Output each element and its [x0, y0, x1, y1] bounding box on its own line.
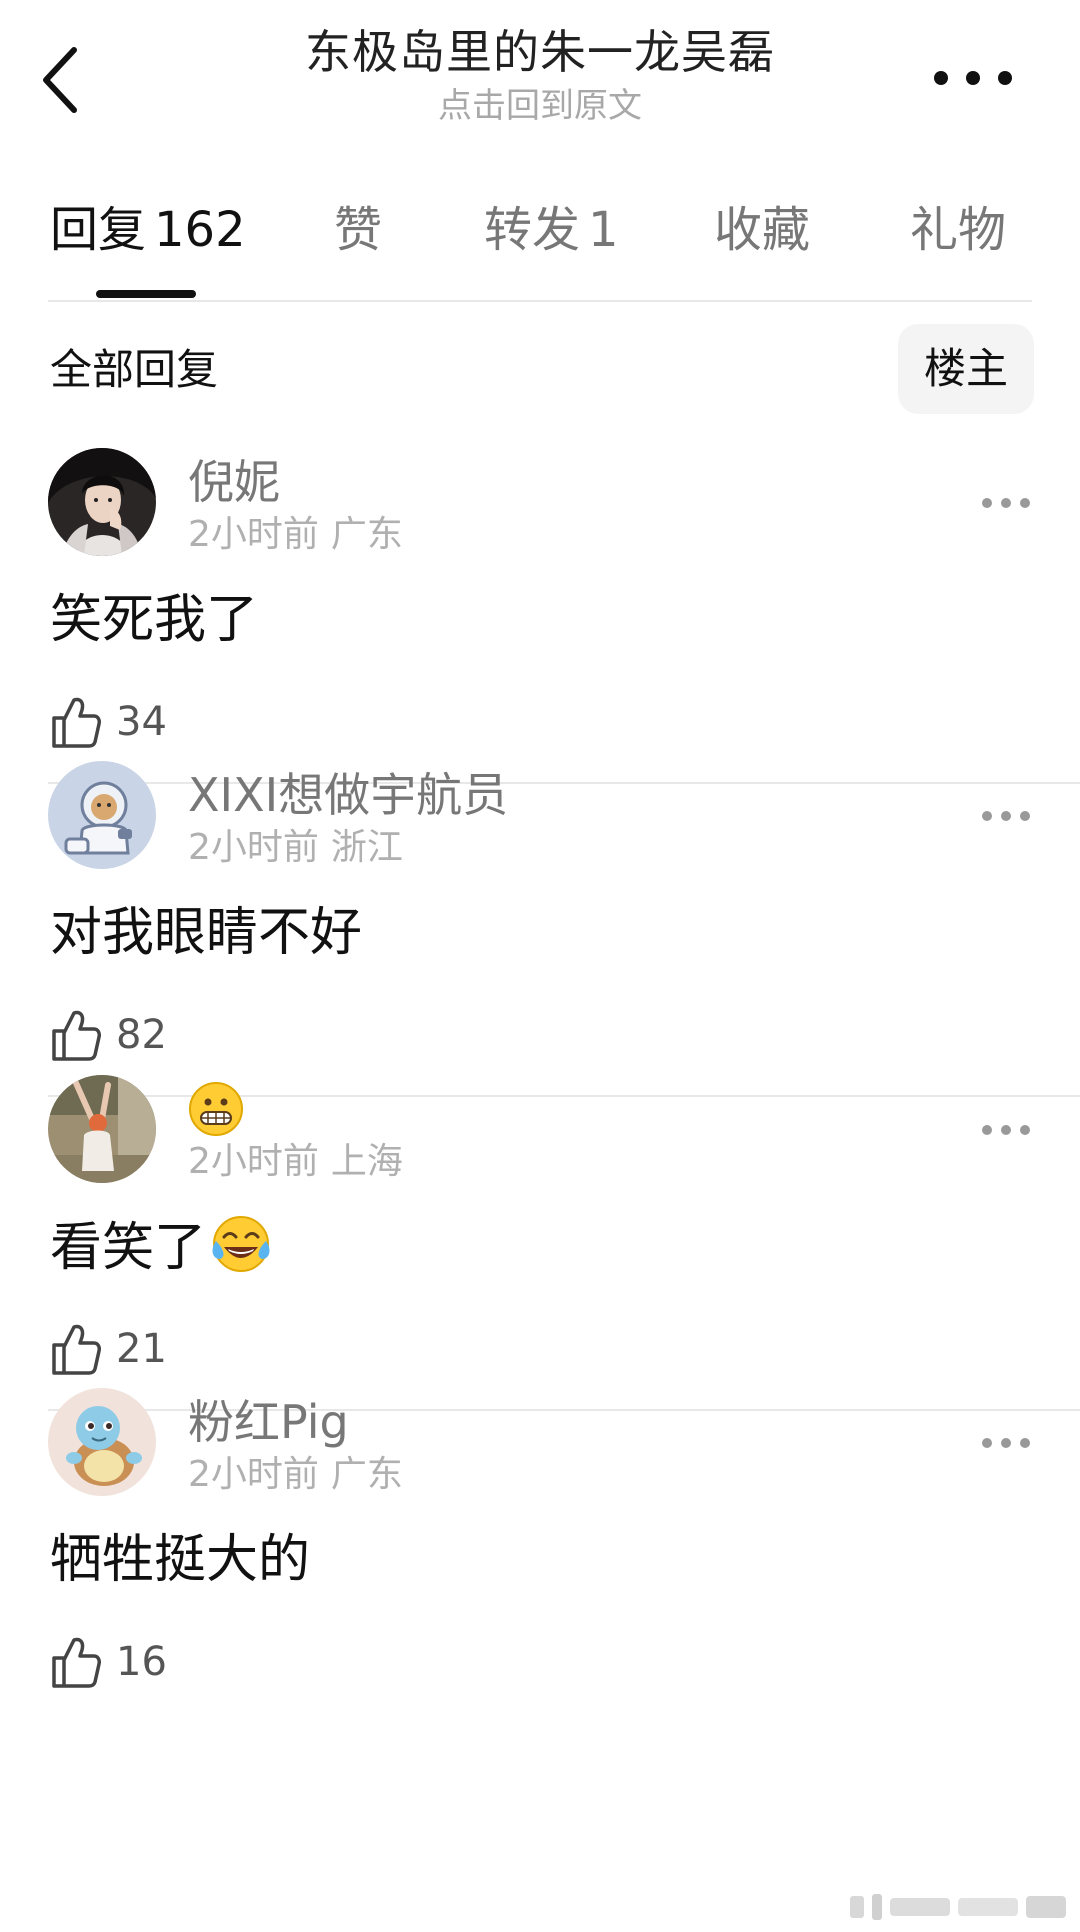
more-options-button[interactable] [928, 58, 1018, 98]
op-only-button[interactable]: 楼主 [898, 324, 1034, 414]
comment-location: 广东 [330, 514, 403, 555]
top-bar: 东极岛里的朱一龙吴磊 点击回到原文 [0, 0, 1080, 150]
avatar[interactable] [48, 761, 156, 869]
tears-of-joy-icon [210, 1213, 272, 1275]
title-block[interactable]: 东极岛里的朱一龙吴磊 点击回到原文 [200, 22, 880, 128]
all-replies-label: 全部回复 [50, 345, 219, 394]
comment-meta: 2小时前 广东 [188, 512, 403, 558]
grimacing-face-icon [189, 1082, 243, 1136]
tab-bar: 回复 162 赞 转发 1 收藏 礼物 [0, 190, 1080, 300]
chevron-left-icon [43, 47, 77, 113]
thumbs-up-icon [50, 1634, 102, 1690]
username[interactable] [188, 1081, 244, 1137]
comment-text: 笑死我了 [50, 590, 259, 650]
avatar[interactable] [48, 1075, 156, 1183]
comment-text: 对我眼睛不好 [50, 903, 363, 963]
tab-gifts[interactable]: 礼物 [910, 190, 1006, 270]
thumbs-up-icon [50, 694, 102, 750]
astronaut-avatar-icon [48, 761, 156, 869]
like-count: 21 [116, 1326, 167, 1372]
more-horizontal-icon [934, 71, 1012, 85]
tab-replies-label: 回复 [50, 202, 147, 258]
more-horizontal-icon [982, 1438, 1030, 1448]
back-button[interactable] [36, 40, 96, 120]
active-tab-indicator [96, 290, 196, 298]
comment-item: 粉红Pig 2小时前 广东 牺牲挺大的 16 [0, 1388, 1080, 1774]
comment-text: 牺牲挺大的 [50, 1530, 311, 1590]
comment-meta: 2小时前 上海 [188, 1139, 403, 1185]
tab-favorites[interactable]: 收藏 [714, 190, 810, 270]
watermark-logo [850, 1890, 1070, 1924]
comment-text-body: 看笑了 [50, 1218, 207, 1278]
tab-gifts-label: 礼物 [910, 202, 1007, 258]
tab-replies-count: 162 [154, 202, 246, 258]
tab-reposts[interactable]: 转发 1 [484, 190, 619, 270]
thumbs-up-icon [50, 1007, 102, 1063]
comment-more-button[interactable] [980, 1428, 1032, 1458]
thumbs-up-icon [50, 1321, 102, 1377]
tab-replies[interactable]: 回复 162 [50, 190, 246, 270]
tab-favorites-label: 收藏 [714, 202, 811, 258]
like-count: 16 [116, 1639, 167, 1685]
more-horizontal-icon [982, 811, 1030, 821]
more-horizontal-icon [982, 1125, 1030, 1135]
comment-location: 广东 [330, 1454, 403, 1495]
avatar[interactable] [48, 1388, 156, 1496]
comment-more-button[interactable] [980, 801, 1032, 831]
comment-text: 看笑了 [50, 1213, 272, 1282]
comment-more-button[interactable] [980, 1115, 1032, 1145]
tab-reposts-label: 转发 [484, 202, 581, 258]
comment-more-button[interactable] [980, 488, 1032, 518]
tab-likes-label: 赞 [334, 202, 383, 258]
more-horizontal-icon [982, 498, 1030, 508]
like-count: 34 [116, 699, 167, 745]
comment-time: 2小时前 [188, 1454, 319, 1495]
comment-location: 浙江 [330, 827, 403, 868]
comment-meta: 2小时前 广东 [188, 1452, 403, 1498]
tab-reposts-count: 1 [588, 202, 619, 258]
tab-likes[interactable]: 赞 [334, 190, 382, 270]
comment-location: 上海 [330, 1141, 403, 1182]
username[interactable]: 粉红Pig [188, 1394, 349, 1450]
comment-time: 2小时前 [188, 1141, 319, 1182]
comment-time: 2小时前 [188, 827, 319, 868]
username[interactable]: XIXI想做宇航员 [188, 767, 508, 823]
username[interactable]: 倪妮 [188, 454, 280, 510]
avatar[interactable] [48, 448, 156, 556]
comment-time: 2小时前 [188, 514, 319, 555]
dancing-woman-avatar-icon [48, 1075, 156, 1183]
comment-meta: 2小时前 浙江 [188, 825, 403, 871]
back-to-original-link[interactable]: 点击回到原文 [200, 84, 880, 128]
woman-portrait-avatar-icon [48, 448, 156, 556]
page-title: 东极岛里的朱一龙吴磊 [305, 25, 775, 79]
tabs-divider [48, 300, 1032, 302]
like-count: 82 [116, 1012, 167, 1058]
squirtle-avatar-icon [48, 1388, 156, 1496]
